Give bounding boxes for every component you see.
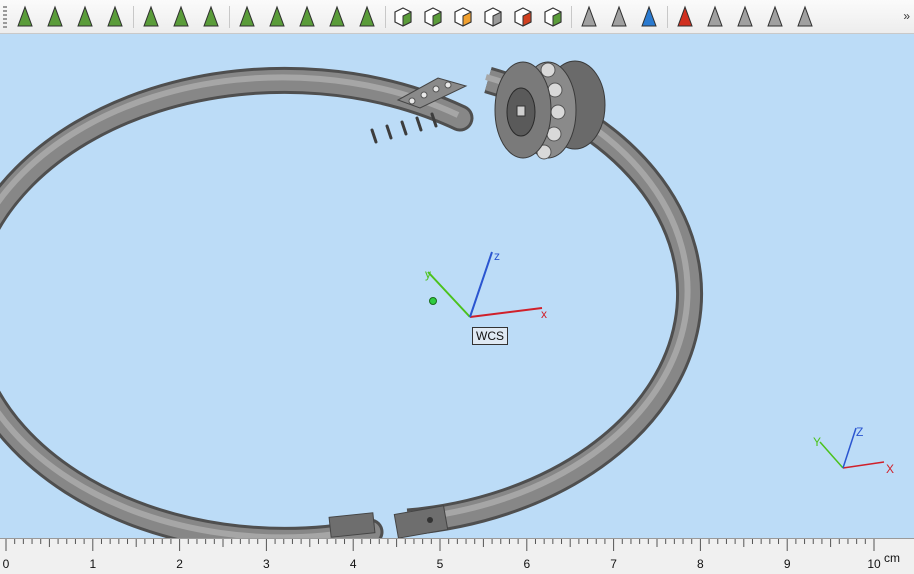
ring-end-right [393,505,449,538]
ruler-label: 3 [263,557,270,571]
toolbar-separator [229,6,230,28]
wcs-y-label: y [425,267,431,281]
select-spline-icon[interactable] [198,4,224,30]
select-wheel-icon[interactable] [324,4,350,30]
arrow-ghost-icon[interactable] [702,4,728,30]
ruler-label: 2 [176,557,183,571]
ruler-unit: cm [884,551,900,565]
arrow-gray-icon[interactable] [576,4,602,30]
arrow-blue-icon[interactable] [636,4,662,30]
select-curve-icon[interactable] [72,4,98,30]
wcs-label: WCS [472,327,508,345]
cube-orange-icon[interactable] [450,4,476,30]
wcs-x-axis [469,307,543,318]
arrow-multi-gray-icon[interactable] [606,4,632,30]
pivot-point [429,297,437,305]
wcs-z-axis [469,251,493,318]
toolbar-separator [667,6,668,28]
ruler: 0 1 2 3 4 5 6 7 8 9 10 cm [0,538,914,574]
select-joint-icon[interactable] [264,4,290,30]
toolbar-separator [385,6,386,28]
select-face-icon[interactable] [42,4,68,30]
ruler-label: 7 [610,557,617,571]
cube-pick-icon[interactable] [420,4,446,30]
ruler-label: 9 [783,557,791,571]
select-fan-icon[interactable] [294,4,320,30]
ruler-label: 0 [2,557,10,571]
scene[interactable]: x y z X Y Z [0,34,914,538]
ruler-label: 4 [349,557,357,571]
toolbar-separator [133,6,134,28]
cube-outline-icon[interactable] [480,4,506,30]
toolbar-separator [571,6,572,28]
arrow-fill-icon[interactable] [762,4,788,30]
ruler-label: 10 [867,557,881,571]
select-circle-icon[interactable] [102,4,128,30]
select-spokes-icon[interactable] [354,4,380,30]
select-arrow-icon[interactable] [12,4,38,30]
wcs-axes: x y z [425,249,547,321]
mini-x-label: X [886,462,894,476]
toolbar: » [0,0,914,34]
cube-red-icon[interactable] [510,4,536,30]
ring-end-left [328,512,376,538]
3d-viewport[interactable]: x y z X Y Z WCS [0,34,914,538]
select-nodes-icon[interactable] [168,4,194,30]
arrow-eye-icon[interactable] [792,4,818,30]
cube-green-icon[interactable] [540,4,566,30]
arrow-copy-icon[interactable] [732,4,758,30]
orientation-axes: X Y Z [813,425,894,476]
mini-y-label: Y [813,435,821,449]
ruler-label: 5 [436,557,444,571]
ruler-label: 1 [89,557,97,571]
toolbar-grip[interactable] [3,6,7,28]
wcs-x-label: x [541,307,547,321]
select-rectangle-icon[interactable] [138,4,164,30]
select-mesh-icon[interactable] [234,4,260,30]
ruler-ticks [5,539,875,551]
ruler-label: 6 [523,557,531,571]
cube-select-icon[interactable] [390,4,416,30]
wcs-z-label: z [494,249,500,263]
toolbar-overflow-button[interactable]: » [903,9,910,23]
ruler-label: 8 [697,557,704,571]
wcs-y-axis [427,271,471,318]
mini-z-label: Z [856,425,863,439]
arrow-delete-icon[interactable] [672,4,698,30]
